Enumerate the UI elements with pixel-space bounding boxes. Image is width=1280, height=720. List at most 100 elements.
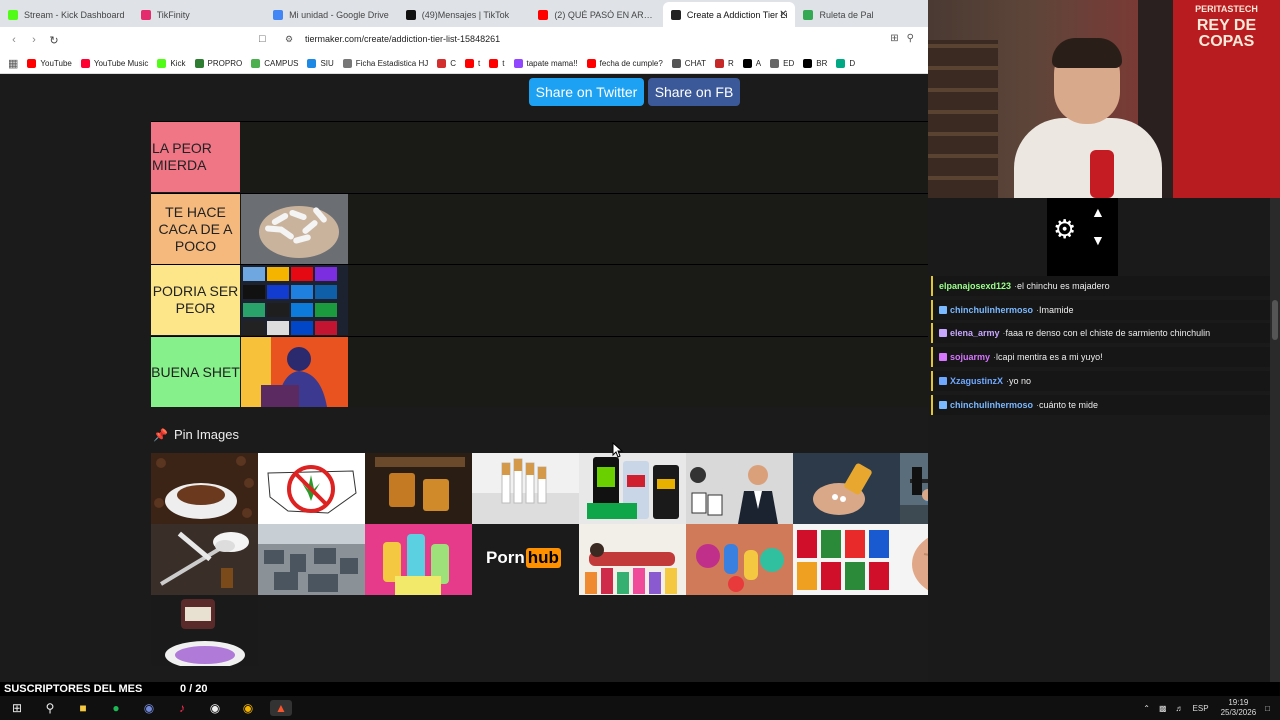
pool-item-soda-cans[interactable] bbox=[793, 524, 900, 595]
back-icon[interactable]: ‹ bbox=[4, 34, 24, 46]
tab-title: TikFinity bbox=[156, 9, 190, 20]
start-windows-icon[interactable]: ⊞ bbox=[6, 700, 28, 716]
bookmark-item[interactable]: D bbox=[836, 58, 855, 68]
network-icon[interactable]: ▩ bbox=[1159, 704, 1167, 713]
tier-label[interactable]: PODRIA SER PEOR bbox=[151, 265, 240, 335]
tier-label[interactable]: BUENA SHET bbox=[151, 337, 240, 407]
pin-images-heading: 📌 Pin Images bbox=[153, 427, 239, 442]
tier-label[interactable]: TE HACE CACA DE A POCO bbox=[151, 194, 240, 264]
chat-username[interactable]: chinchulinhermoso bbox=[950, 400, 1033, 410]
chat-username[interactable]: XzagustinzX bbox=[950, 376, 1003, 386]
pool-item-pills[interactable] bbox=[793, 453, 900, 524]
close-tab-icon[interactable]: ✕ bbox=[779, 9, 787, 20]
bookmark-item[interactable]: ED bbox=[770, 58, 794, 68]
chat-username[interactable]: chinchulinhermoso bbox=[950, 305, 1033, 315]
bookmark-favicon-icon bbox=[714, 58, 724, 68]
chat-username[interactable]: elena_army bbox=[950, 328, 1000, 338]
pool-item-hoarding[interactable] bbox=[258, 524, 365, 595]
chat-username[interactable]: sojuarmy bbox=[950, 352, 990, 362]
pool-item-vapes[interactable] bbox=[365, 524, 472, 595]
chat-badge-icon bbox=[939, 353, 947, 361]
pool-item-energy-drinks[interactable] bbox=[579, 453, 686, 524]
bookmark-item[interactable]: YouTube Music bbox=[80, 58, 148, 68]
pool-item-drugs-spoon[interactable] bbox=[151, 524, 258, 595]
notifications-icon[interactable]: □ bbox=[1265, 704, 1270, 713]
pin-icon[interactable]: 📌 bbox=[153, 428, 168, 442]
chat-username[interactable]: elpanajosexd123 bbox=[939, 281, 1011, 291]
bookmark-item[interactable]: CAMPUS bbox=[251, 58, 298, 68]
bookmark-item[interactable]: t bbox=[465, 58, 480, 68]
reload-icon[interactable]: ↻ bbox=[44, 34, 64, 47]
pool-item-belly[interactable] bbox=[900, 524, 928, 595]
volume-icon[interactable]: ♬ bbox=[1176, 704, 1184, 713]
browser-tab[interactable]: Stream - Kick Dashboard bbox=[0, 2, 133, 27]
chat-text: el chinchu es majadero bbox=[1017, 281, 1110, 291]
pool-item-coffee[interactable] bbox=[151, 453, 258, 524]
chrome-icon[interactable]: ◉ bbox=[237, 700, 259, 716]
browser-tab[interactable]: TikFinity bbox=[133, 2, 266, 27]
search-icon[interactable]: ⚲ bbox=[39, 700, 61, 716]
scrollbar-track[interactable] bbox=[1270, 198, 1280, 688]
subscriber-goal-bar: SUSCRIPTORES DEL MES 0 / 20 bbox=[0, 682, 1280, 696]
site-info-icon[interactable]: ⚙ bbox=[285, 34, 293, 45]
tier-row: BUENA SHET bbox=[151, 336, 928, 407]
pool-item-gym[interactable] bbox=[900, 453, 928, 524]
browser-tab[interactable]: (49)Mensajes | TikTok bbox=[398, 2, 531, 27]
bookmark-item[interactable]: C bbox=[437, 58, 456, 68]
tray-chevron-icon[interactable]: ⌃ bbox=[1143, 704, 1150, 713]
bookmark-item[interactable]: t bbox=[489, 58, 505, 68]
tiktok-icon[interactable]: ♪ bbox=[171, 700, 193, 716]
bookmark-item[interactable]: PROPRO bbox=[194, 58, 242, 68]
bookmark-label: fecha de cumple? bbox=[599, 58, 663, 68]
bookmark-item[interactable]: tapate mama!! bbox=[513, 58, 578, 68]
share-twitter-button[interactable]: Share on Twitter bbox=[529, 78, 644, 106]
bookmark-item[interactable]: BR bbox=[803, 58, 827, 68]
pool-item-candy[interactable] bbox=[686, 524, 793, 595]
translate-zoom-icons[interactable]: ⊞⚲ bbox=[890, 33, 922, 44]
bookmark-item[interactable]: R bbox=[714, 58, 734, 68]
scrollbar-thumb[interactable] bbox=[1272, 300, 1278, 340]
pool-item-no-weed-map[interactable] bbox=[258, 453, 365, 524]
browser-tab[interactable]: Mi unidad - Google Drive bbox=[265, 2, 398, 27]
share-fb-button[interactable]: Share on FB bbox=[648, 78, 740, 106]
bookmark-item[interactable]: Kick bbox=[157, 58, 186, 68]
bookmark-icon[interactable]: □ bbox=[259, 33, 266, 45]
language-indicator[interactable]: ESP bbox=[1193, 704, 1209, 713]
bookmark-item[interactable]: A bbox=[742, 58, 761, 68]
bookmark-item[interactable]: fecha de cumple? bbox=[586, 58, 663, 68]
streamer-body bbox=[1014, 118, 1162, 198]
tier-label[interactable]: LA PEOR MIERDA bbox=[151, 122, 240, 192]
apps-grid-icon[interactable]: ▦ bbox=[8, 57, 18, 70]
pool-item-pornhub-logo[interactable]: Porn hub bbox=[472, 524, 579, 595]
file-explorer-icon[interactable]: ■ bbox=[72, 700, 94, 716]
bookmark-item[interactable]: YouTube bbox=[27, 58, 72, 68]
pool-item-cigarettes[interactable] bbox=[472, 453, 579, 524]
pool-item-gambling[interactable] bbox=[686, 453, 793, 524]
bookmark-label: Ficha Estadistica HJ bbox=[355, 58, 429, 68]
pool-item-purple-drink[interactable] bbox=[151, 595, 258, 666]
bookmark-item[interactable]: Ficha Estadistica HJ bbox=[342, 58, 429, 68]
chevron-up-icon[interactable]: ▲ bbox=[1091, 204, 1105, 220]
gear-icon[interactable]: ⚙ bbox=[1053, 214, 1076, 245]
bookmark-label: CHAT bbox=[684, 58, 706, 68]
discord-icon[interactable]: ◉ bbox=[138, 700, 160, 716]
forward-icon[interactable]: › bbox=[24, 34, 44, 46]
clock[interactable]: 19:19 25/3/2026 bbox=[1221, 698, 1257, 718]
url-field[interactable]: tiermaker.com/create/addiction-tier-list… bbox=[305, 34, 500, 44]
hoarding-image bbox=[258, 524, 365, 595]
obs-icon[interactable]: ◉ bbox=[204, 700, 226, 716]
spotify-icon[interactable]: ● bbox=[105, 700, 127, 716]
tier-item-cigarette-filters[interactable] bbox=[241, 194, 348, 264]
bookmark-item[interactable]: SIU bbox=[307, 58, 334, 68]
browser-tab[interactable]: Create a Addiction Tier Li ✕ bbox=[662, 2, 796, 27]
bookmark-item[interactable]: CHAT bbox=[671, 58, 706, 68]
chevron-down-icon[interactable]: ▼ bbox=[1091, 232, 1105, 248]
tier-item-gamer[interactable] bbox=[241, 337, 348, 407]
cursor-arrow-icon bbox=[612, 442, 624, 458]
browser-tab[interactable]: Ruleta de Pal bbox=[795, 2, 928, 27]
tier-item-streaming-apps[interactable] bbox=[241, 265, 348, 335]
brave-icon[interactable]: ▲ bbox=[270, 700, 292, 716]
pool-item-whisky[interactable] bbox=[365, 453, 472, 524]
pool-item-lying-person[interactable] bbox=[579, 524, 686, 595]
browser-tab[interactable]: (2) QUÉ PASÓ EN ARGENTINA bbox=[530, 2, 663, 27]
